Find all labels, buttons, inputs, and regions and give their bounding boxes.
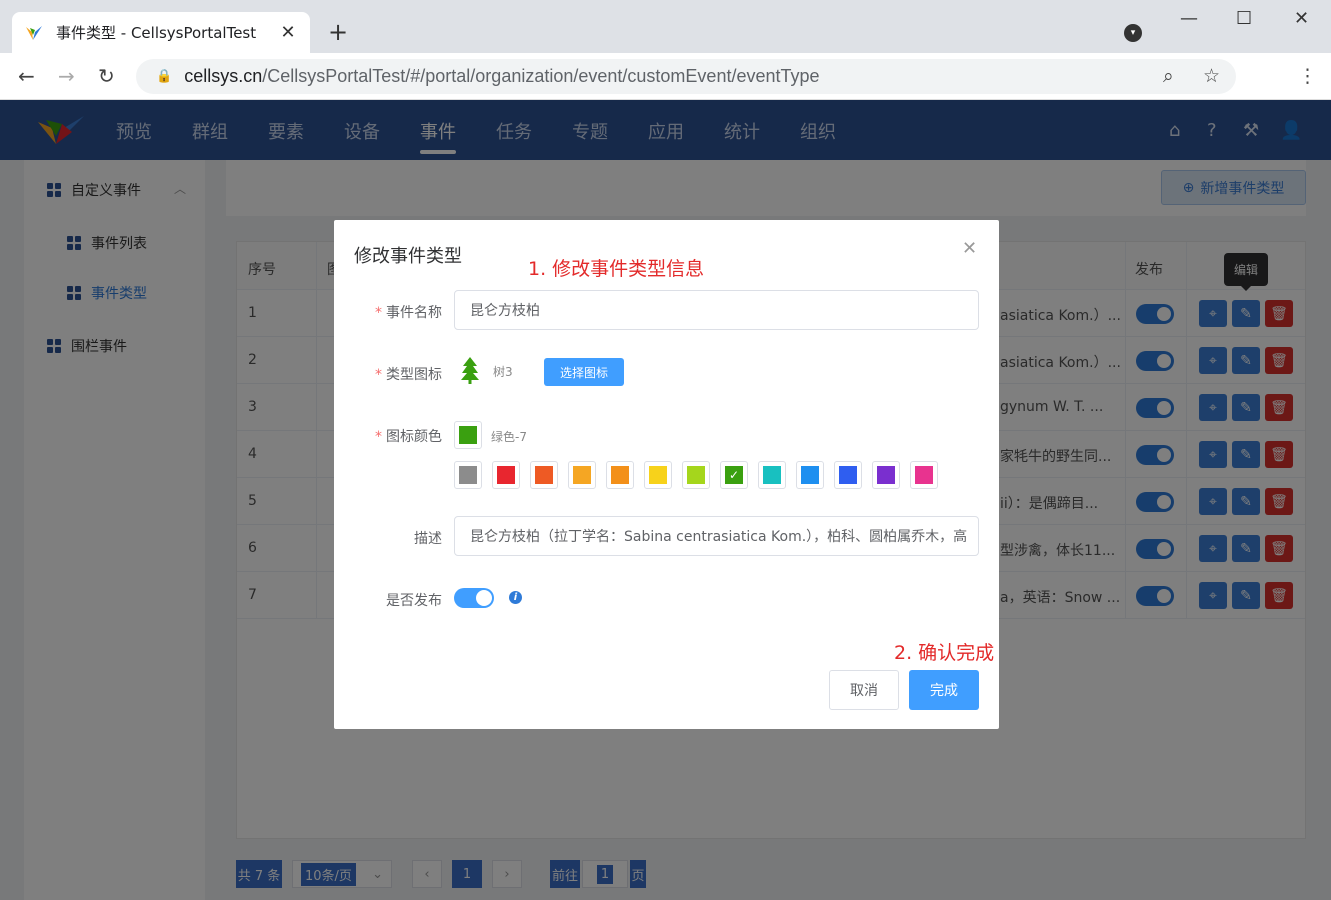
color-swatch[interactable] [606, 461, 634, 489]
bookmark-star-icon[interactable]: ☆ [1203, 65, 1220, 87]
color-name: 绿色-7 [491, 430, 527, 444]
dialog-close-icon[interactable]: ✕ [962, 238, 977, 259]
cellsys-favicon-icon [26, 25, 42, 40]
color-swatch[interactable] [682, 461, 710, 489]
publish-label: 是否发布 [386, 593, 442, 609]
browser-toolbar: ← → ↻ 🔒 cellsys.cn/CellsysPortalTest/#/p… [0, 53, 1331, 141]
tab-close-icon[interactable]: ✕ [278, 22, 298, 43]
color-swatch[interactable] [454, 461, 482, 489]
color-swatch[interactable] [872, 461, 900, 489]
color-swatch[interactable] [530, 461, 558, 489]
tab-title: 事件类型 - CellsysPortalTest [56, 24, 257, 42]
dialog-title: 修改事件类型 [354, 246, 462, 267]
zoom-icon[interactable]: ⌕ [1163, 65, 1174, 87]
color-swatch[interactable] [644, 461, 672, 489]
description-label: 描述 [414, 531, 442, 547]
minimize-icon[interactable]: — [1180, 8, 1198, 29]
reload-icon[interactable]: ↻ [98, 64, 115, 88]
publish-toggle[interactable] [454, 588, 494, 608]
browser-tab[interactable]: 事件类型 - CellsysPortalTest ✕ [12, 12, 310, 53]
annotation-step-2: 2. 确认完成 [894, 642, 995, 664]
color-swatch[interactable] [758, 461, 786, 489]
annotation-step-1: 1. 修改事件类型信息 [528, 258, 705, 280]
check-icon: ✓ [725, 466, 743, 484]
forward-icon[interactable]: → [58, 64, 75, 88]
new-tab-icon[interactable]: + [328, 18, 348, 46]
color-swatch[interactable] [568, 461, 596, 489]
current-color-preview[interactable] [454, 421, 482, 449]
window-close-icon[interactable]: ✕ [1294, 8, 1309, 29]
media-control-icon[interactable]: ▾ [1124, 24, 1142, 42]
event-name-label: * 事件名称 [375, 305, 442, 321]
url-text[interactable]: cellsys.cn/CellsysPortalTest/#/portal/or… [184, 66, 819, 87]
browser-tabstrip: 事件类型 - CellsysPortalTest ✕ + ▾ — ☐ ✕ [0, 0, 1331, 53]
info-icon[interactable]: i [509, 591, 522, 604]
color-swatch[interactable] [910, 461, 938, 489]
lock-icon[interactable]: 🔒 [156, 69, 172, 84]
tree-icon [461, 357, 479, 384]
maximize-icon[interactable]: ☐ [1236, 8, 1252, 29]
back-icon[interactable]: ← [18, 64, 35, 88]
color-swatch[interactable]: ✓ [720, 461, 748, 489]
color-swatch[interactable] [834, 461, 862, 489]
color-swatch[interactable] [492, 461, 520, 489]
icon-name: 树3 [493, 365, 513, 379]
choose-icon-button[interactable]: 选择图标 [544, 358, 624, 386]
color-swatch[interactable] [796, 461, 824, 489]
type-icon-label: * 类型图标 [375, 367, 442, 383]
browser-menu-icon[interactable]: ⋮ [1298, 65, 1317, 87]
icon-color-label: * 图标颜色 [375, 429, 442, 445]
address-bar[interactable]: 🔒 cellsys.cn/CellsysPortalTest/#/portal/… [136, 59, 1236, 94]
confirm-button[interactable]: 完成 [909, 670, 979, 710]
cancel-button[interactable]: 取消 [829, 670, 899, 710]
event-name-input[interactable]: 昆仑方枝柏 [454, 290, 979, 330]
description-input[interactable]: 昆仑方枝柏（拉丁学名：Sabina centrasiatica Kom.），柏科… [454, 516, 979, 556]
